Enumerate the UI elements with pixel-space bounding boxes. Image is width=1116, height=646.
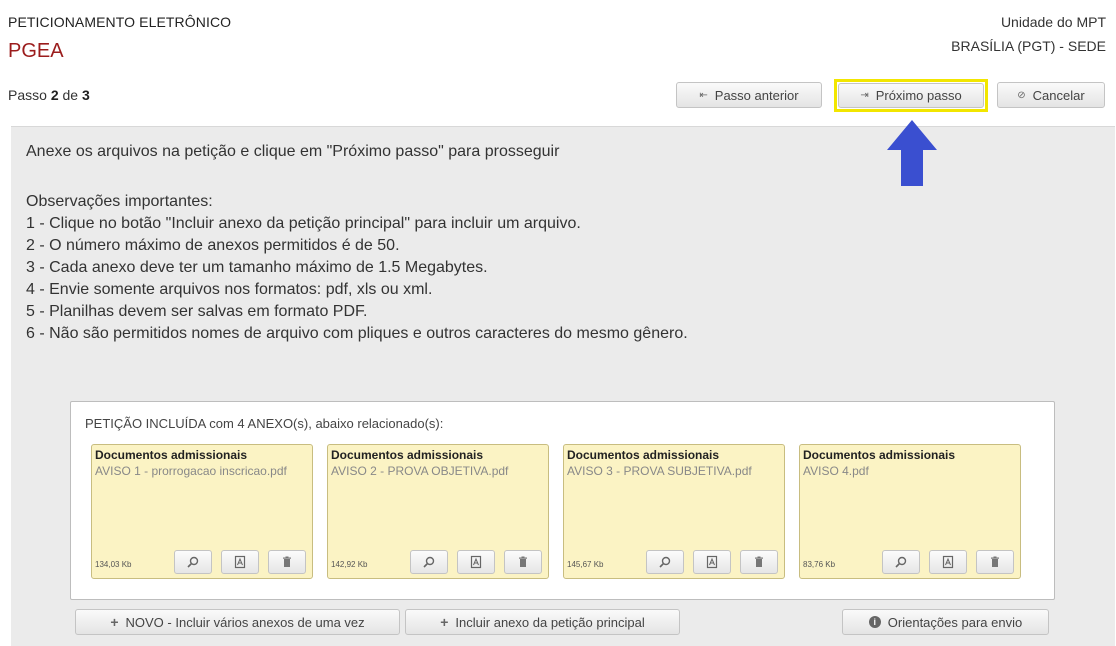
add-attachment-button[interactable]: + Incluir anexo da petição principal [405, 609, 680, 635]
skip-forward-icon: ⇥ [860, 90, 869, 101]
attachments-box: PETIÇÃO INCLUÍDA com 4 ANEXO(s), abaixo … [70, 401, 1055, 600]
trash-icon [755, 556, 763, 567]
attachment-card: Documentos admissionais AVISO 3 - PROVA … [563, 444, 785, 579]
plus-icon: + [440, 614, 449, 630]
attachment-card: Documentos admissionais AVISO 2 - PROVA … [327, 444, 549, 579]
step-prefix: Passo [8, 87, 47, 103]
app-title: PGEA [8, 40, 64, 62]
attachment-filename: AVISO 1 - prorrogacao inscricao.pdf [95, 464, 287, 478]
note-item: 3 - Cada anexo deve ter um tamanho máxim… [26, 259, 488, 276]
notes-block: Observações importantes: 1 - Clique no b… [26, 191, 688, 345]
next-step-label: Próximo passo [875, 88, 962, 103]
step-indicator: Passo 2 de 3 [8, 87, 90, 103]
attachment-size: 134,03 Kb [95, 560, 132, 569]
pdf-attachment-button[interactable] [457, 550, 495, 574]
pdf-file-icon [706, 555, 718, 569]
info-icon: i [868, 616, 881, 628]
attachment-size: 145,67 Kb [567, 560, 604, 569]
trash-icon [283, 556, 291, 567]
guidelines-label: Orientações para envio [887, 614, 1023, 630]
attachment-type: Documentos admissionais [567, 448, 720, 462]
attachment-filename: AVISO 3 - PROVA SUBJETIVA.pdf [567, 464, 752, 478]
guidelines-button[interactable]: i Orientações para envio [842, 609, 1049, 635]
attachment-type: Documentos admissionais [95, 448, 248, 462]
instructions-text: Anexe os arquivos na petição e clique em… [26, 143, 560, 160]
pdf-attachment-button[interactable] [929, 550, 967, 574]
plus-icon: + [110, 614, 119, 630]
view-attachment-button[interactable] [646, 550, 684, 574]
previous-step-label: Passo anterior [714, 87, 799, 103]
attachment-size: 83,76 Kb [803, 560, 836, 569]
attachments-header: PETIÇÃO INCLUÍDA com 4 ANEXO(s), abaixo … [85, 416, 444, 431]
attachment-type: Documentos admissionais [331, 448, 484, 462]
attachment-card: Documentos admissionais AVISO 1 - prorro… [91, 444, 313, 579]
add-multiple-label: NOVO - Incluir vários anexos de uma vez [125, 614, 365, 630]
step-current: 2 [50, 87, 59, 103]
attachment-size: 142,92 Kb [331, 560, 368, 569]
magnifier-icon [423, 556, 435, 568]
magnifier-icon [187, 556, 199, 568]
delete-attachment-button[interactable] [740, 550, 778, 574]
app-label: PETICIONAMENTO ELETRÔNICO [8, 14, 232, 30]
attachment-filename: AVISO 4.pdf [803, 464, 869, 478]
attachment-type: Documentos admissionais [803, 448, 956, 462]
note-item: 2 - O número máximo de anexos permitidos… [26, 237, 400, 254]
cancel-circle-icon: ⊘ [1017, 89, 1026, 101]
magnifier-icon [895, 556, 907, 568]
note-item: 6 - Não são permitidos nomes de arquivo … [26, 325, 688, 342]
attachment-filename: AVISO 2 - PROVA OBJETIVA.pdf [331, 464, 509, 478]
pdf-file-icon [942, 555, 954, 569]
unit-value: BRASÍLIA (PGT) - SEDE [951, 38, 1106, 54]
delete-attachment-button[interactable] [268, 550, 306, 574]
pdf-file-icon [234, 555, 246, 569]
add-multiple-attachments-button[interactable]: + NOVO - Incluir vários anexos de uma ve… [75, 609, 400, 635]
view-attachment-button[interactable] [882, 550, 920, 574]
pdf-file-icon [470, 555, 482, 569]
trash-icon [991, 556, 999, 567]
previous-step-button[interactable]: ⇤ Passo anterior [676, 82, 822, 108]
trash-icon [519, 556, 527, 567]
note-item: 4 - Envie somente arquivos nos formatos:… [26, 281, 433, 298]
notes-title: Observações importantes: [26, 193, 213, 210]
cancel-button[interactable]: ⊘ Cancelar [997, 82, 1105, 108]
unit-label: Unidade do MPT [1000, 14, 1106, 30]
add-attachment-label: Incluir anexo da petição principal [455, 614, 645, 630]
attachment-card: Documentos admissionais AVISO 4.pdf 83,7… [799, 444, 1021, 579]
note-item: 5 - Planilhas devem ser salvas em format… [26, 303, 368, 320]
step-total: 3 [81, 87, 90, 103]
next-step-button[interactable]: ⇥ Próximo passo [838, 83, 984, 108]
delete-attachment-button[interactable] [504, 550, 542, 574]
note-item: 1 - Clique no botão "Incluir anexo da pe… [26, 215, 581, 232]
delete-attachment-button[interactable] [976, 550, 1014, 574]
cancel-label: Cancelar [1032, 87, 1085, 103]
up-arrow-icon [887, 120, 937, 186]
skip-back-icon: ⇤ [699, 89, 708, 101]
pdf-attachment-button[interactable] [221, 550, 259, 574]
view-attachment-button[interactable] [410, 550, 448, 574]
next-step-highlight: ⇥ Próximo passo [834, 79, 988, 112]
magnifier-icon [659, 556, 671, 568]
view-attachment-button[interactable] [174, 550, 212, 574]
step-sep: de [62, 87, 79, 103]
pdf-attachment-button[interactable] [693, 550, 731, 574]
